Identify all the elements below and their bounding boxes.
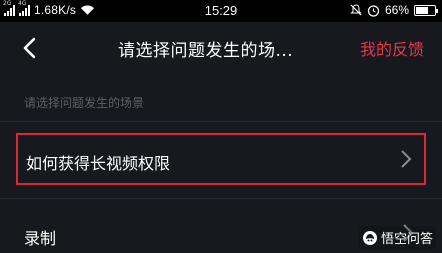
section-hint: 请选择问题发生的场景 — [24, 96, 145, 110]
network-type-label-2: 4G — [18, 0, 27, 7]
network-type-label: 2G — [3, 0, 12, 7]
status-bar: 2G 4G 1.68K/s 15:29 66% — [0, 0, 442, 22]
signal-icon-2: 4G — [18, 0, 30, 16]
status-bar-right: 66% — [350, 3, 438, 17]
wukong-logo-icon — [362, 230, 377, 245]
chevron-right-icon — [401, 150, 412, 168]
header: 请选择问题发生的场... 我的反馈 — [0, 22, 442, 74]
page-title: 请选择问题发生的场... — [118, 41, 294, 61]
battery-fill — [416, 6, 428, 14]
list-item-label: 录制 — [24, 229, 57, 248]
battery-icon — [414, 4, 438, 16]
divider — [0, 198, 442, 199]
network-speed: 1.68K/s — [34, 3, 77, 17]
list-item-label: 如何获得长视频权限 — [26, 154, 171, 173]
wifi-icon — [81, 5, 95, 15]
watermark-text: 悟空问答 — [380, 232, 433, 247]
divider — [0, 121, 442, 122]
status-bar-left: 2G 4G 1.68K/s — [3, 0, 95, 17]
signal-icon: 2G — [3, 0, 15, 16]
screen: 2G 4G 1.68K/s 15:29 66% 请选择问题发生的场... 我的反… — [0, 0, 442, 253]
alarm-icon — [367, 4, 380, 17]
mute-icon — [350, 4, 362, 16]
list-item-long-video-permission[interactable]: 如何获得长视频权限 — [16, 133, 426, 185]
back-button[interactable] — [18, 34, 40, 62]
battery-percent: 66% — [384, 3, 409, 17]
back-chevron-icon — [23, 37, 36, 59]
watermark: 悟空问答 — [358, 226, 436, 249]
my-feedback-button[interactable]: 我的反馈 — [360, 36, 424, 60]
